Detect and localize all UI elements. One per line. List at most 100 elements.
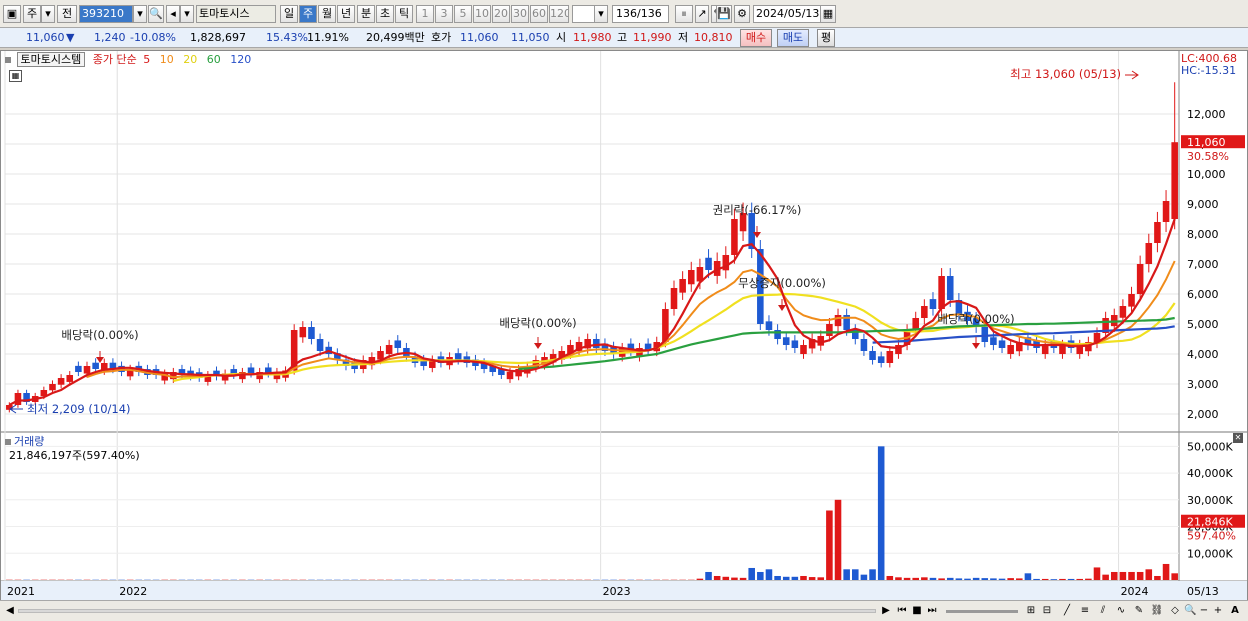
- close-icon[interactable]: ✕: [1233, 433, 1243, 443]
- y-tick-label: 5,000: [1187, 318, 1219, 331]
- turnover: 11.91%: [307, 31, 349, 44]
- search-icon[interactable]: 🔍: [1184, 604, 1196, 618]
- table-icon[interactable]: ▦: [9, 70, 22, 82]
- period-minute[interactable]: 분: [357, 5, 375, 23]
- candle-body: [800, 345, 807, 355]
- font-icon[interactable]: A: [1228, 604, 1242, 618]
- annotation-div1: 배당락(0.00%): [61, 328, 138, 342]
- zoom-out-icon[interactable]: ⊟: [1040, 604, 1054, 618]
- count-input[interactable]: 136: [612, 5, 638, 23]
- interval-120[interactable]: 120: [549, 5, 569, 23]
- rewind-icon[interactable]: ⏮: [896, 604, 908, 618]
- interval-10[interactable]: 10: [473, 5, 491, 23]
- period-week[interactable]: 주: [299, 5, 317, 23]
- candle-body: [1007, 345, 1014, 355]
- date-input[interactable]: 2024/05/13: [753, 5, 821, 23]
- candle-body: [886, 351, 894, 363]
- market-select[interactable]: 주: [23, 5, 41, 23]
- save-icon[interactable]: 💾: [716, 5, 732, 23]
- volume-bar: [981, 578, 989, 580]
- y-tick-label: 6,000: [1187, 288, 1219, 301]
- candle-body: [877, 356, 885, 363]
- window-icon[interactable]: ▣: [3, 5, 21, 23]
- candle-body: [670, 288, 678, 309]
- volume-bar: [938, 578, 945, 580]
- volume-bar: [1050, 579, 1058, 580]
- legend-marker-icon: [5, 439, 11, 445]
- chevron-down-icon[interactable]: ▾: [180, 5, 194, 23]
- candle-body: [990, 337, 997, 345]
- prev-button[interactable]: 전: [57, 5, 77, 23]
- candle-body: [1171, 142, 1178, 219]
- low-value: 10,810: [694, 31, 733, 44]
- annotation-div3: 배당락(0.00%): [937, 312, 1014, 326]
- shape-icon[interactable]: ◇: [1168, 604, 1182, 618]
- wave-icon[interactable]: ∿: [1114, 604, 1128, 618]
- period-day[interactable]: 일: [280, 5, 298, 23]
- interval-3[interactable]: 3: [435, 5, 453, 23]
- volume-bar: [852, 569, 859, 580]
- sell-button[interactable]: 매도: [777, 29, 809, 47]
- volume-bar: [834, 499, 842, 580]
- volume-bar: [800, 575, 807, 580]
- zoom-slider[interactable]: [946, 610, 1018, 613]
- vol-tick-label: 40,000K: [1187, 467, 1233, 480]
- plus-icon[interactable]: +: [1212, 604, 1224, 618]
- interval-60[interactable]: 60: [530, 5, 548, 23]
- pencil-icon[interactable]: ✎: [1132, 604, 1146, 618]
- candle-body: [49, 384, 56, 391]
- chevron-down-icon[interactable]: ▾: [133, 5, 147, 23]
- zoom-in-icon[interactable]: ⊞: [1024, 604, 1038, 618]
- trend-icon[interactable]: ↗: [695, 5, 709, 23]
- interval-20[interactable]: 20: [492, 5, 510, 23]
- stop-icon[interactable]: ■: [911, 604, 923, 618]
- buy-button[interactable]: 매수: [740, 29, 772, 47]
- candle-body: [385, 345, 393, 355]
- pause-icon[interactable]: ⏸: [675, 5, 693, 23]
- legend-stock-name[interactable]: 토마토시스템: [16, 52, 86, 67]
- period-year[interactable]: 년: [337, 5, 355, 23]
- period-month[interactable]: 월: [318, 5, 336, 23]
- gear-icon[interactable]: ⚙: [734, 5, 750, 23]
- volume-bar: [860, 574, 868, 580]
- candle-body: [687, 270, 695, 285]
- scroll-left-icon[interactable]: ◀: [4, 604, 16, 618]
- period-tick[interactable]: 틱: [395, 5, 413, 23]
- candle-body: [946, 276, 954, 300]
- annotation-low: 최저 2,209 (10/14): [27, 402, 131, 416]
- fib-icon[interactable]: ≡: [1078, 604, 1092, 618]
- chevron-down-icon[interactable]: ▾: [594, 5, 608, 23]
- channel-icon[interactable]: ⫽: [1096, 604, 1110, 618]
- volume-bar: [782, 576, 790, 580]
- candle-body: [869, 351, 876, 360]
- candle-body: [834, 315, 842, 327]
- trendline-icon[interactable]: ╱: [1060, 604, 1074, 618]
- period-second[interactable]: 초: [376, 5, 394, 23]
- candle-body: [731, 219, 738, 255]
- volume-bar: [731, 577, 738, 580]
- legend-ma60: 60: [206, 53, 221, 66]
- chevron-down-icon[interactable]: ▾: [41, 5, 55, 23]
- price-volume-chart[interactable]: 2021 2022 2023 2024 05/13 2,000 3,000 4,000 5,00…: [1, 51, 1247, 600]
- scrollbar-track[interactable]: [18, 609, 876, 613]
- minus-icon[interactable]: −: [1198, 604, 1210, 618]
- code-input[interactable]: 393210: [79, 5, 133, 23]
- interval-5[interactable]: 5: [454, 5, 472, 23]
- candle-body: [1154, 222, 1161, 243]
- search-icon[interactable]: 🔍: [148, 5, 164, 23]
- forward-icon[interactable]: ⏭: [926, 604, 938, 618]
- chart-panel[interactable]: 2021 2022 2023 2024 05/13 2,000 3,000 4,000 5,00…: [0, 50, 1248, 601]
- scroll-right-icon[interactable]: ▶: [880, 604, 892, 618]
- interval-30[interactable]: 30: [511, 5, 529, 23]
- candle-body: [299, 327, 307, 338]
- high-label: 고: [617, 31, 628, 44]
- candle-body: [1128, 294, 1135, 307]
- candle-body: [506, 372, 514, 380]
- avg-button[interactable]: 평: [817, 29, 835, 47]
- link-icon[interactable]: ⛓: [1150, 604, 1164, 618]
- interval-1[interactable]: 1: [416, 5, 434, 23]
- speaker-icon[interactable]: ◂: [166, 5, 180, 23]
- ask-label: 호가: [431, 31, 452, 44]
- calendar-icon[interactable]: ▦: [820, 5, 836, 23]
- candle-body: [75, 365, 82, 372]
